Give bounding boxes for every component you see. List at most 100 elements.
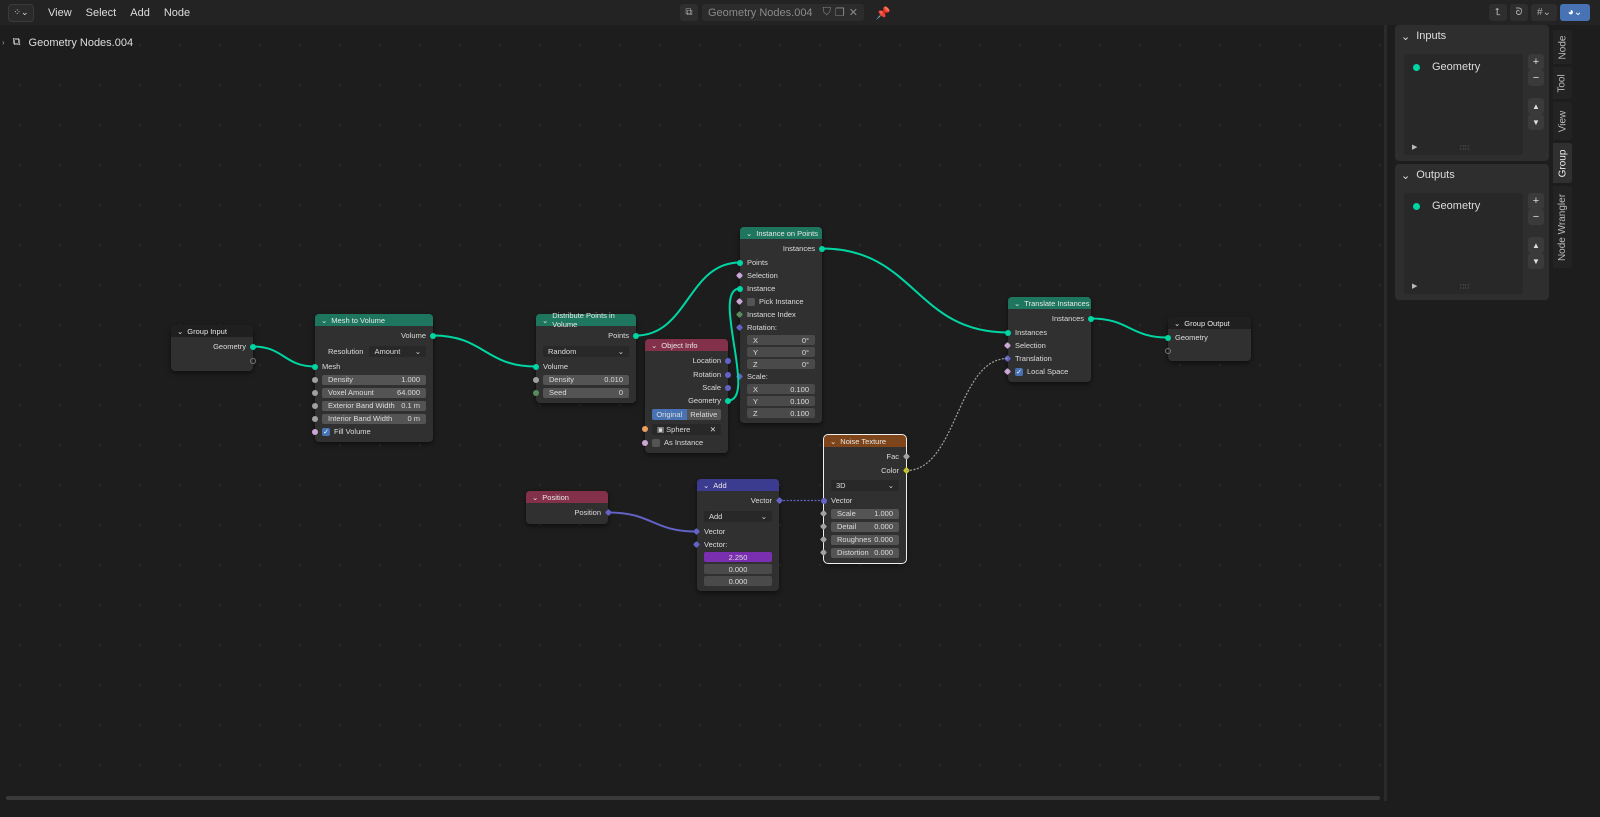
vector-component-field[interactable]: Z 0.100 — [747, 408, 815, 418]
vector-socket-icon[interactable] — [725, 384, 731, 391]
outputs-panel-header[interactable]: ⌄ Outputs — [1395, 164, 1549, 186]
dropdown[interactable]: Random ⌄ — [543, 346, 629, 357]
empty-socket-icon[interactable] — [250, 357, 256, 364]
expand-chevron-icon[interactable]: › — [2, 38, 5, 47]
geometry-socket-icon[interactable] — [633, 332, 639, 339]
collapse-chevron-icon[interactable]: ⌄ — [1014, 299, 1020, 308]
dropdown[interactable]: 3D ⌄ — [831, 480, 899, 491]
vector-component-field[interactable]: X 0° — [747, 335, 815, 345]
parent-node-tree-icon[interactable]: ⮤ — [1489, 4, 1507, 21]
tab-group[interactable]: Group — [1553, 143, 1572, 183]
editor-type-button[interactable]: ⁘⌄ — [8, 3, 34, 22]
collapse-chevron-icon[interactable]: ⌄ — [321, 316, 327, 325]
clear-x-icon[interactable]: ✕ — [710, 425, 716, 434]
checkbox[interactable] — [652, 438, 660, 447]
node-header[interactable]: ⌄ Mesh to Volume — [315, 314, 433, 326]
geometry-socket-icon[interactable] — [737, 285, 743, 292]
vector-component-field[interactable]: X 0.100 — [747, 384, 815, 394]
empty-socket-icon[interactable] — [1165, 347, 1171, 354]
geometry-socket-icon[interactable] — [1165, 334, 1171, 341]
node-header[interactable]: ⌄ Group Input — [171, 325, 253, 337]
snap-magnet-icon[interactable]: ᘐ — [1510, 4, 1528, 21]
value-field[interactable]: Detail 0.000 — [831, 521, 899, 532]
checkbox[interactable] — [747, 297, 755, 306]
geometry-socket-icon[interactable] — [819, 245, 825, 252]
add-input-button[interactable]: + — [1528, 54, 1544, 70]
fake-user-shield-icon[interactable]: ⛉ — [823, 6, 831, 19]
node-add[interactable]: ⌄ Add Vector Add ⌄ Vector Vector: 2.250 0.000 0.0… — [692, 479, 784, 591]
move-down-button[interactable]: ▼ — [1528, 253, 1544, 269]
pin-icon[interactable]: 📌 — [876, 6, 891, 20]
object-socket-icon[interactable] — [642, 426, 648, 432]
menu-view[interactable]: View — [48, 7, 72, 19]
node-header[interactable]: ⌄ Object Info — [645, 339, 728, 351]
vector-component-field[interactable]: 0.000 — [704, 576, 772, 586]
node-header[interactable]: ⌄ Translate Instances — [1008, 297, 1091, 309]
vector-component-field[interactable]: Z 0° — [747, 359, 815, 369]
node-group-output[interactable]: ⌄ Group Output Geometry — [1165, 317, 1251, 361]
overlay-toggle-icon[interactable]: ◕⌄ — [1560, 4, 1590, 21]
node-tree-name-field[interactable]: Geometry Nodes.004 ⛉ ❐ ✕ — [702, 4, 864, 21]
vector-component-field[interactable]: Y 0.100 — [747, 396, 815, 406]
value-field[interactable]: Exterior Band Width 0.1 m — [322, 400, 426, 411]
node-header[interactable]: ⌄ Noise Texture — [824, 435, 906, 447]
geometry-socket-icon[interactable] — [1005, 329, 1011, 336]
value-field[interactable]: Roughnes 0.000 — [831, 534, 899, 545]
vector-socket-icon[interactable] — [725, 371, 731, 378]
node-distribute[interactable]: ⌄ Distribute Points in Volume Points Random… — [533, 311, 639, 403]
node-header[interactable]: ⌄ Instance on Points — [740, 227, 822, 239]
collapse-chevron-icon[interactable]: ⌄ — [532, 493, 538, 502]
value-field[interactable]: Scale 1.000 — [831, 508, 899, 519]
node-noise[interactable]: ⌄ Noise Texture Fac Color 3D ⌄ Vector Scale 1.00… — [819, 434, 911, 564]
geometry-socket-icon[interactable] — [533, 363, 539, 370]
collapse-chevron-icon[interactable]: ⌄ — [542, 316, 548, 325]
unlink-close-icon[interactable]: ✕ — [849, 6, 858, 19]
inputs-list[interactable]: Geometry ▶ ∷∷ — [1404, 54, 1523, 155]
remove-output-button[interactable]: − — [1528, 209, 1544, 225]
tab-view[interactable]: View — [1553, 102, 1572, 140]
collapse-chevron-icon[interactable]: ⌄ — [1174, 319, 1180, 328]
move-up-button[interactable]: ▲ — [1528, 237, 1544, 253]
collapse-chevron-icon[interactable]: ⌄ — [177, 327, 183, 336]
boolean-socket-icon[interactable] — [312, 428, 318, 435]
geometry-socket-icon[interactable] — [430, 332, 436, 339]
float-socket-icon[interactable] — [312, 376, 318, 383]
node-header[interactable]: ⌄ Add — [697, 479, 779, 491]
boolean-socket-icon[interactable] — [642, 439, 648, 446]
resize-grip-icon[interactable]: ∷∷ — [1460, 283, 1469, 291]
collapse-chevron-icon[interactable]: ⌄ — [703, 481, 709, 490]
value-field[interactable]: Density 0.010 — [543, 374, 629, 385]
node-header[interactable]: ⌄ Group Output — [1168, 317, 1251, 329]
checkbox[interactable]: ✓ — [322, 427, 330, 436]
node-tree-browse-icon[interactable]: ⧉ — [680, 4, 698, 21]
toggle-option-original[interactable]: Original — [652, 409, 687, 420]
play-triangle-icon[interactable]: ▶ — [1412, 282, 1417, 290]
add-output-button[interactable]: + — [1528, 193, 1544, 209]
geometry-socket-icon[interactable] — [250, 343, 256, 350]
vector-component-field[interactable]: Y 0° — [747, 347, 815, 357]
tab-node[interactable]: Node — [1553, 30, 1572, 64]
menu-node[interactable]: Node — [164, 7, 190, 19]
menu-select[interactable]: Select — [86, 7, 117, 19]
duplicate-icon[interactable]: ❐ — [835, 6, 845, 19]
dropdown[interactable]: Add ⌄ — [704, 511, 772, 522]
collapse-chevron-icon[interactable]: ⌄ — [830, 437, 836, 446]
node-header[interactable]: ⌄ Distribute Points in Volume — [536, 311, 636, 329]
tab-tool[interactable]: Tool — [1553, 67, 1572, 99]
move-up-button[interactable]: ▲ — [1528, 98, 1544, 114]
node-object-info[interactable]: ⌄ Object Info Location Rotation Scale Geometr… — [642, 339, 731, 453]
snap-grid-icon[interactable]: #⌄ — [1531, 4, 1557, 21]
tab-node-wrangler[interactable]: Node Wrangler — [1553, 186, 1572, 268]
horizontal-scrollbar[interactable] — [6, 796, 1380, 800]
float-socket-icon[interactable] — [312, 402, 318, 409]
object-picker[interactable]: ▣ Sphere ✕ — [652, 423, 721, 435]
collapse-chevron-icon[interactable]: ⌄ — [746, 229, 752, 238]
toggle-option-relative[interactable]: Relative — [686, 409, 721, 420]
collapse-chevron-icon[interactable]: ⌄ — [651, 341, 657, 350]
geometry-socket-icon[interactable] — [312, 363, 318, 370]
value-field[interactable]: Interior Band Width 0 m — [322, 413, 426, 424]
node-translate[interactable]: ⌄ Translate Instances Instances Instances Se… — [1003, 297, 1094, 382]
value-field[interactable]: Distortion 0.000 — [831, 547, 899, 558]
menu-add[interactable]: Add — [130, 7, 150, 19]
node-group-input[interactable]: ⌄ Group Input Geometry — [171, 325, 256, 371]
